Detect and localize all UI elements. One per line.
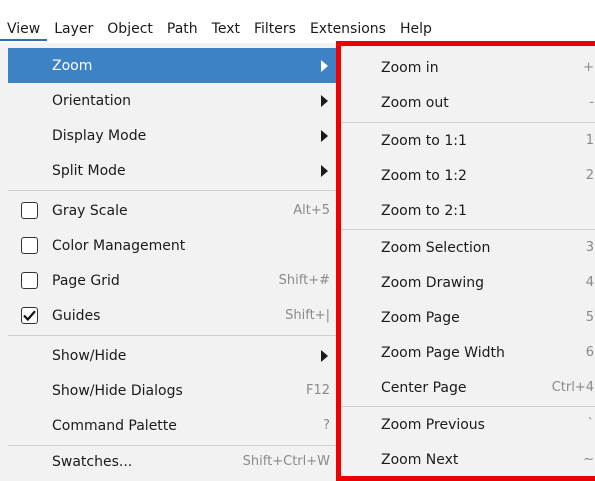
menu-item-swatches[interactable]: Swatches... Shift+Ctrl+W <box>8 444 338 479</box>
shortcut-label: + <box>583 60 594 75</box>
submenu-item-zoom-next[interactable]: Zoom Next ~ <box>339 442 595 477</box>
shortcut-label: Shift+Ctrl+W <box>242 454 330 469</box>
submenu-item-center-page[interactable]: Center Page Ctrl+4 <box>339 370 595 405</box>
shortcut-label: 6 <box>585 345 594 360</box>
submenu-item-zoom-in[interactable]: Zoom in + <box>339 50 595 85</box>
menu-path[interactable]: Path <box>160 20 205 38</box>
menu-item-label: Center Page <box>381 379 467 396</box>
shortcut-label: Alt+5 <box>293 203 330 218</box>
menu-item-command-palette[interactable]: Command Palette ? <box>8 408 338 443</box>
shortcut-label: - <box>589 95 594 110</box>
shortcut-label: Ctrl+4 <box>551 380 594 395</box>
submenu-arrow-icon <box>321 59 328 72</box>
menu-item-label: Orientation <box>52 92 132 109</box>
submenu-item-zoom-page-width[interactable]: Zoom Page Width 6 <box>339 335 595 370</box>
submenu-arrow-icon <box>321 349 328 362</box>
checkmark-icon <box>23 310 36 321</box>
menu-item-label: Swatches... <box>52 453 133 470</box>
menu-item-label: Split Mode <box>52 162 126 179</box>
menu-item-label: Zoom <box>52 57 93 74</box>
menu-layer[interactable]: Layer <box>47 20 100 38</box>
menu-item-orientation[interactable]: Orientation <box>8 83 338 118</box>
shortcut-label: 4 <box>585 275 594 290</box>
shortcut-label: Shift+# <box>278 273 330 288</box>
submenu-item-zoom-2-1[interactable]: Zoom to 2:1 <box>339 193 595 228</box>
checkbox-checked[interactable] <box>21 307 38 324</box>
menu-item-zoom[interactable]: Zoom <box>8 48 338 83</box>
menu-item-label: Zoom Page Width <box>381 344 505 361</box>
zoom-submenu: Zoom in + Zoom out - Zoom to 1:1 1 Zoom … <box>338 48 595 475</box>
shortcut-label: 1 <box>585 133 594 148</box>
menubar: View Layer Object Path Text Filters Exte… <box>0 0 595 43</box>
shortcut-label: 2 <box>585 168 594 183</box>
menu-item-label: Zoom Next <box>381 451 459 468</box>
submenu-item-zoom-1-2[interactable]: Zoom to 1:2 2 <box>339 158 595 193</box>
menu-item-label: Zoom to 1:1 <box>381 132 467 149</box>
menu-item-split-mode[interactable]: Split Mode <box>8 153 338 188</box>
menu-item-label: Zoom Selection <box>381 239 491 256</box>
menu-item-label: Command Palette <box>52 417 177 434</box>
checkbox-unchecked[interactable] <box>21 202 38 219</box>
menu-item-guides[interactable]: Guides Shift+| <box>8 298 338 333</box>
menu-separator <box>8 335 338 336</box>
submenu-item-zoom-selection[interactable]: Zoom Selection 3 <box>339 230 595 265</box>
menu-extensions[interactable]: Extensions <box>303 20 393 38</box>
menu-item-label: Page Grid <box>52 272 120 289</box>
menu-item-label: Gray Scale <box>52 202 128 219</box>
menu-item-label: Zoom Drawing <box>381 274 485 291</box>
menu-view[interactable]: View <box>0 20 48 41</box>
checkbox-unchecked[interactable] <box>21 237 38 254</box>
menu-item-label: Display Mode <box>52 127 147 144</box>
submenu-item-zoom-drawing[interactable]: Zoom Drawing 4 <box>339 265 595 300</box>
shortcut-label: 5 <box>585 310 594 325</box>
menu-item-label: Show/Hide <box>52 347 127 364</box>
checkbox-unchecked[interactable] <box>21 272 38 289</box>
shortcut-label: ~ <box>583 452 594 467</box>
menu-item-show-hide[interactable]: Show/Hide <box>8 338 338 373</box>
view-menu: Zoom Orientation Display Mode Split Mode… <box>8 48 339 475</box>
shortcut-label: Shift+| <box>285 308 330 323</box>
menu-item-label: Zoom in <box>381 59 439 76</box>
menu-item-label: Zoom Page <box>381 309 460 326</box>
submenu-item-zoom-out[interactable]: Zoom out - <box>339 85 595 120</box>
submenu-item-zoom-page[interactable]: Zoom Page 5 <box>339 300 595 335</box>
shortcut-label: ? <box>323 418 330 433</box>
menu-item-label: Zoom Previous <box>381 416 485 433</box>
menu-text[interactable]: Text <box>205 20 247 38</box>
menu-item-display-mode[interactable]: Display Mode <box>8 118 338 153</box>
menu-item-label: Zoom to 2:1 <box>381 202 467 219</box>
menu-item-label: Show/Hide Dialogs <box>52 382 183 399</box>
menu-item-show-hide-dialogs[interactable]: Show/Hide Dialogs F12 <box>8 373 338 408</box>
menu-object[interactable]: Object <box>100 20 160 38</box>
menu-item-label: Zoom out <box>381 94 449 111</box>
submenu-arrow-icon <box>321 94 328 107</box>
menu-separator <box>8 190 338 191</box>
submenu-item-zoom-previous[interactable]: Zoom Previous ` <box>339 407 595 442</box>
shortcut-label: 3 <box>585 240 594 255</box>
menu-item-gray-scale[interactable]: Gray Scale Alt+5 <box>8 193 338 228</box>
menu-item-page-grid[interactable]: Page Grid Shift+# <box>8 263 338 298</box>
shortcut-label: ` <box>587 417 595 432</box>
menu-item-label: Color Management <box>52 237 186 254</box>
submenu-item-zoom-1-1[interactable]: Zoom to 1:1 1 <box>339 123 595 158</box>
menu-item-label: Zoom to 1:2 <box>381 167 467 184</box>
menu-filters[interactable]: Filters <box>247 20 303 38</box>
shortcut-label: F12 <box>305 383 330 398</box>
menu-help[interactable]: Help <box>393 20 439 38</box>
submenu-arrow-icon <box>321 164 328 177</box>
menu-item-color-management[interactable]: Color Management <box>8 228 338 263</box>
submenu-arrow-icon <box>321 129 328 142</box>
menu-item-label: Guides <box>52 307 101 324</box>
